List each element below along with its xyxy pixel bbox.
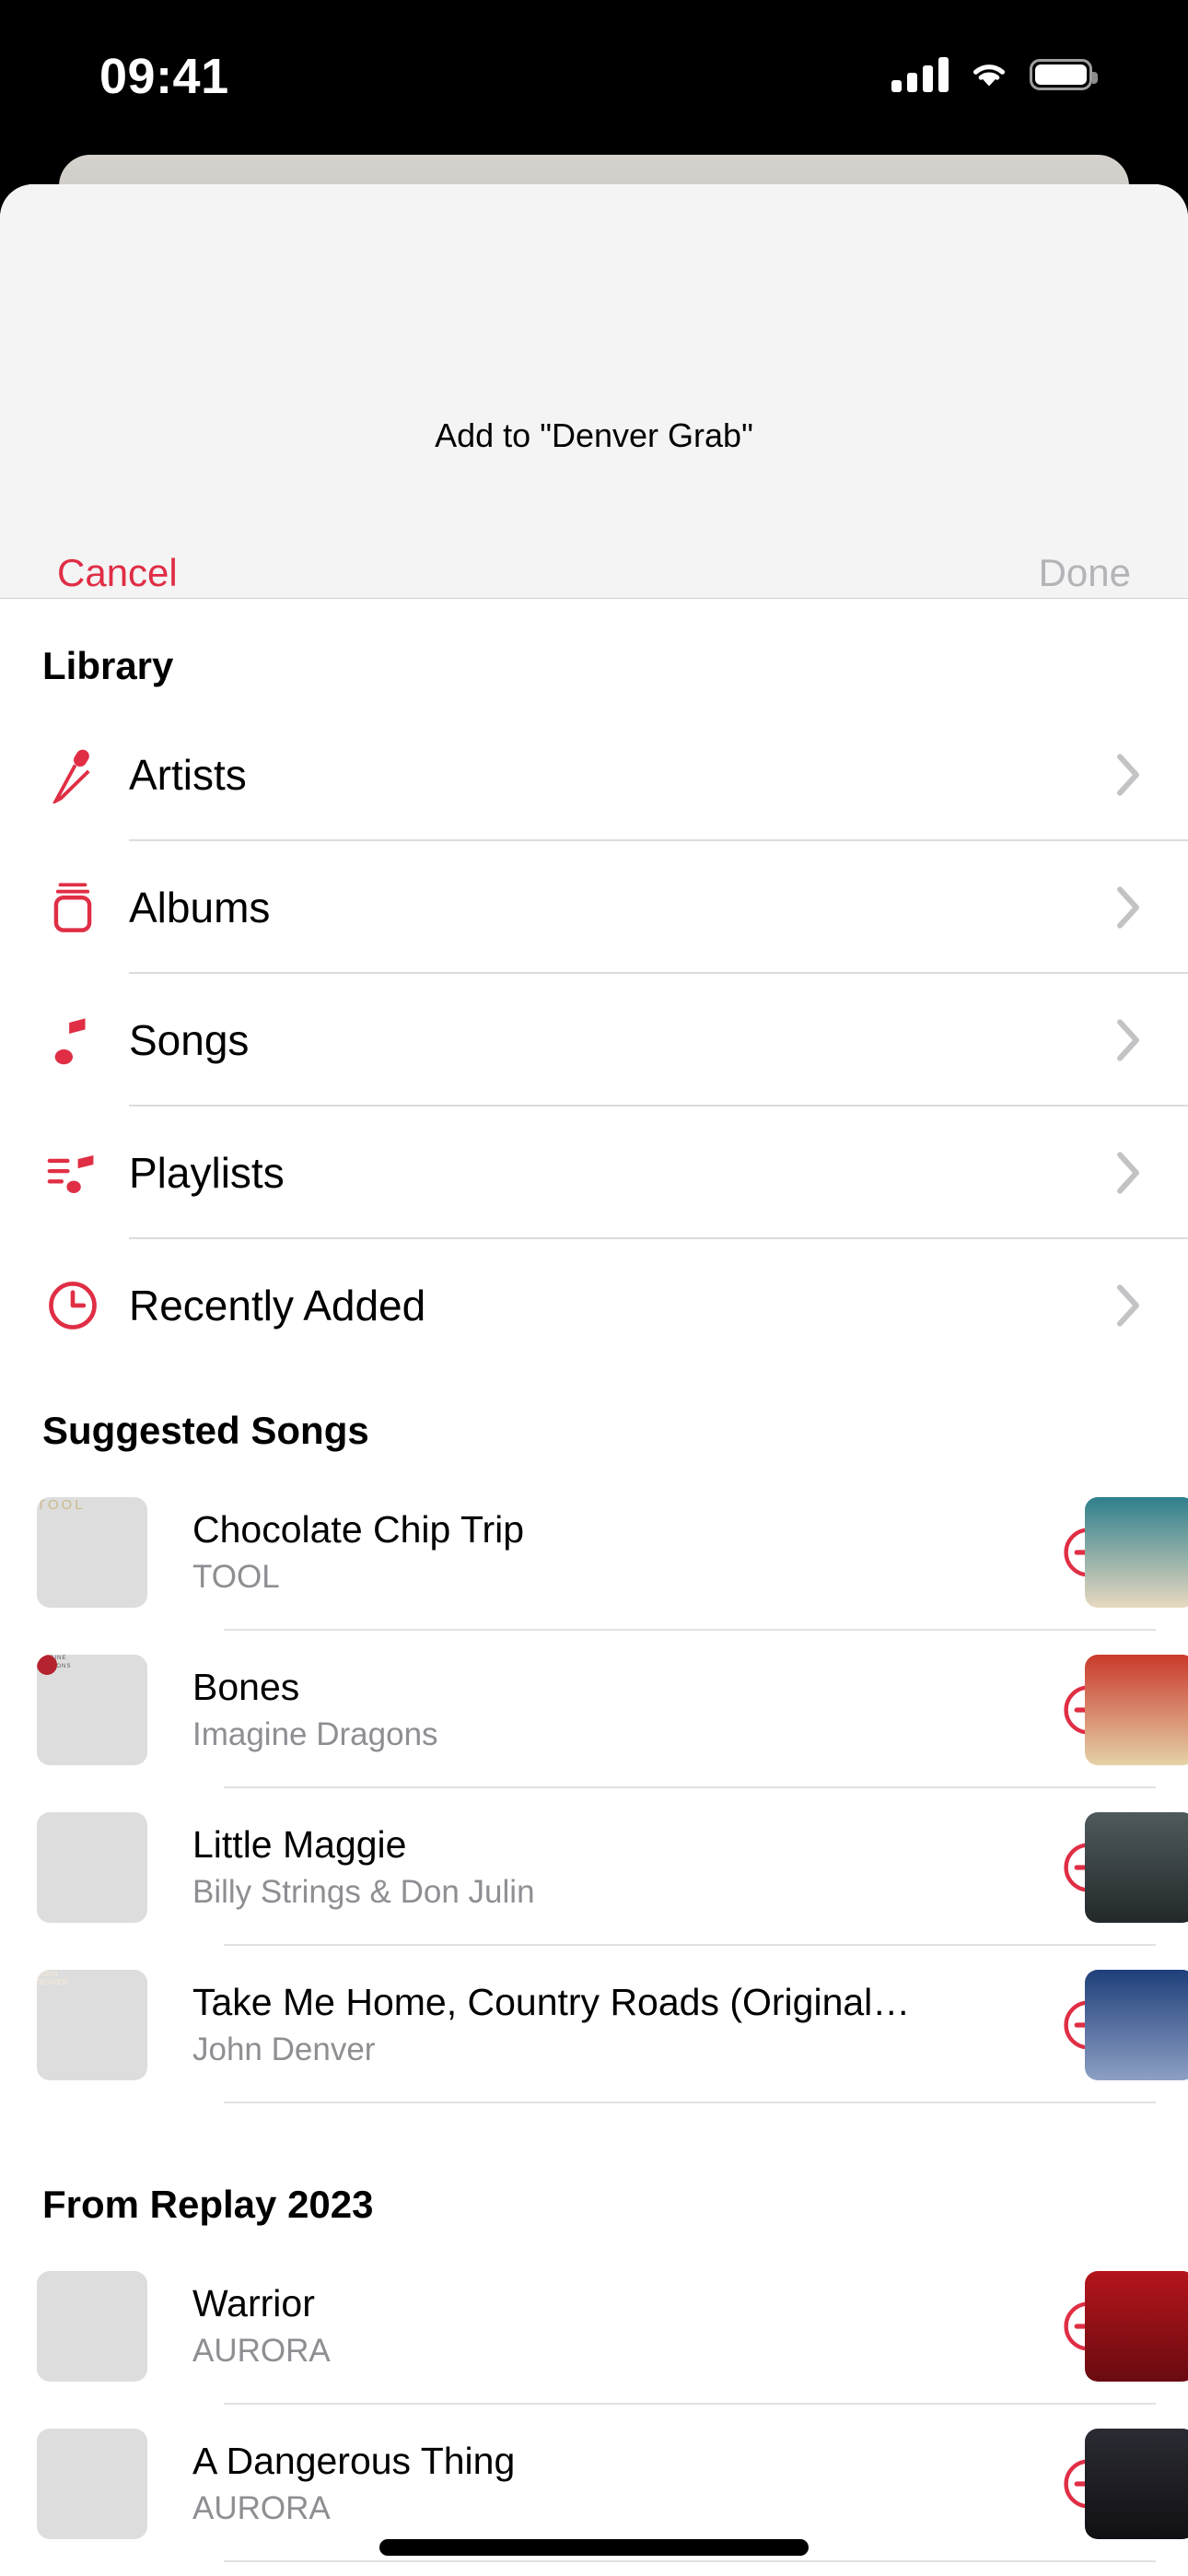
song-meta: Take Me Home, Country Roads (Original… J… — [192, 1979, 1063, 2071]
sidebar-item-recently-added[interactable]: Recently Added — [0, 1239, 1188, 1372]
chevron-right-icon — [1117, 1152, 1139, 1194]
sidebar-item-songs[interactable]: Songs — [0, 974, 1188, 1107]
add-circle-icon[interactable] — [1063, 2458, 1114, 2510]
sheet-content: Library Artists Albums Songs Playlists R… — [0, 600, 1188, 2576]
music-note-icon — [42, 1013, 103, 1067]
chevron-right-icon — [1117, 886, 1139, 929]
chevron-right-icon — [1117, 754, 1139, 796]
album-artwork — [37, 2270, 147, 2382]
chevron-right-icon — [1117, 1019, 1139, 1061]
album-artwork — [37, 1811, 147, 1923]
album-artwork: TOOL — [37, 1496, 147, 1608]
song-row[interactable]: TOOL Chocolate Chip Trip TOOL — [0, 1473, 1188, 1631]
status-bar: 09:41 — [0, 0, 1188, 157]
song-title: Little Maggie — [192, 1822, 407, 1866]
status-bar-time: 09:41 — [99, 49, 229, 104]
library-list: Artists Albums Songs Playlists Recently … — [0, 708, 1188, 1372]
add-circle-icon[interactable] — [1063, 1842, 1114, 1893]
song-artist: AURORA — [192, 2489, 331, 2526]
song-row[interactable]: Warrior AURORA — [0, 2247, 1188, 2405]
sheet-header: Add to "Denver Grab" Cancel Done — [0, 184, 1188, 599]
sidebar-item-albums[interactable]: Albums — [0, 841, 1188, 974]
add-circle-icon[interactable] — [1063, 1527, 1114, 1578]
home-indicator — [379, 2539, 809, 2556]
add-to-playlist-sheet: Add to "Denver Grab" Cancel Done Library — [0, 184, 1188, 2576]
song-meta: Warrior AURORA — [192, 2280, 1063, 2372]
album-artwork: JOHN DENVER — [37, 1969, 147, 2080]
suggested-songs-section: Suggested Songs TOOL Chocolate Chip Trip — [0, 1409, 1188, 2103]
song-meta: Chocolate Chip Trip TOOL — [192, 1506, 1063, 1598]
album-artwork — [37, 2428, 147, 2539]
song-artist: Imagine Dragons — [192, 1715, 438, 1752]
library-section-header: Library — [42, 644, 174, 687]
cancel-button[interactable]: Cancel — [57, 551, 178, 595]
song-meta: Little Maggie Billy Strings & Don Julin — [192, 1821, 1063, 1914]
wifi-icon — [973, 64, 1005, 87]
song-title: Warrior — [192, 2281, 315, 2324]
add-circle-icon[interactable] — [1063, 2301, 1114, 2352]
sidebar-item-label: Albums — [129, 884, 271, 931]
sidebar-item-label: Songs — [129, 1016, 250, 1064]
from-replay-section: From Replay 2023 Warrior AURORA A Danger… — [0, 2183, 1188, 2562]
sidebar-item-label: Playlists — [129, 1149, 285, 1197]
song-row[interactable]: Little Maggie Billy Strings & Don Julin — [0, 1788, 1188, 1946]
song-artist: AURORA — [192, 2332, 331, 2369]
albums-icon — [42, 881, 103, 934]
song-artist: John Denver — [192, 2031, 376, 2067]
add-circle-icon[interactable] — [1063, 1684, 1114, 1736]
sheet-title: Add to "Denver Grab" — [435, 416, 753, 454]
microphone-icon — [42, 746, 103, 803]
from-replay-header: From Replay 2023 — [42, 2183, 374, 2226]
playlist-icon — [42, 1148, 103, 1198]
clock-icon — [42, 1281, 103, 1330]
suggested-songs-list: TOOL Chocolate Chip Trip TOOL Bones Imag… — [0, 1473, 1188, 2103]
done-button[interactable]: Done — [1039, 551, 1131, 595]
battery-full-icon — [1030, 59, 1098, 90]
sidebar-item-artists[interactable]: Artists — [0, 708, 1188, 841]
song-artist: Billy Strings & Don Julin — [192, 1873, 535, 1910]
song-title: Take Me Home, Country Roads (Original… — [192, 1980, 911, 2023]
suggested-songs-header: Suggested Songs — [42, 1409, 369, 1452]
cellular-signal-icon — [891, 57, 949, 92]
song-title: Bones — [192, 1665, 300, 1708]
song-title: Chocolate Chip Trip — [192, 1507, 525, 1551]
sidebar-item-playlists[interactable]: Playlists — [0, 1107, 1188, 1239]
song-row[interactable]: JOHN DENVER Take Me Home, Country Roads (… — [0, 1946, 1188, 2103]
song-meta: Bones Imagine Dragons — [192, 1664, 1063, 1756]
sidebar-item-label: Artists — [129, 751, 247, 799]
song-meta: A Dangerous Thing AURORA — [192, 2438, 1063, 2530]
album-artwork: IMAGINEDRAGONS — [37, 1654, 147, 1765]
song-artist: TOOL — [192, 1558, 280, 1595]
add-circle-icon[interactable] — [1063, 1999, 1114, 2051]
sidebar-item-label: Recently Added — [129, 1282, 426, 1329]
status-bar-indicators — [891, 57, 1098, 92]
song-title: A Dangerous Thing — [192, 2439, 516, 2482]
from-replay-list: Warrior AURORA A Dangerous Thing AURORA — [0, 2247, 1188, 2562]
chevron-right-icon — [1117, 1284, 1139, 1327]
song-row[interactable]: IMAGINEDRAGONS Bones Imagine Dragons — [0, 1631, 1188, 1788]
